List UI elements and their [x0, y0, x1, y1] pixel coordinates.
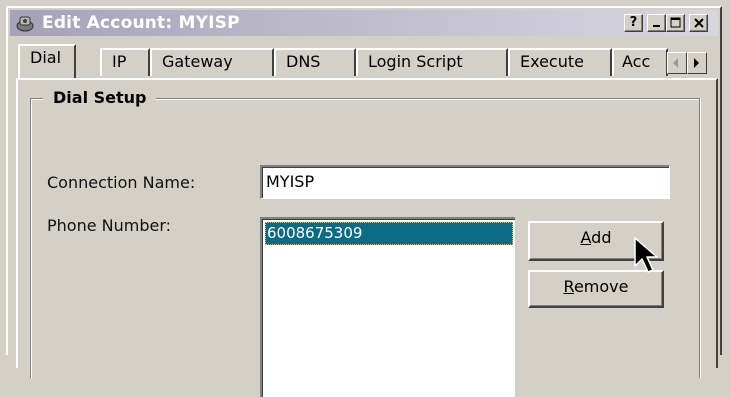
- tab-ip-label: IP: [112, 52, 127, 71]
- remove-button-label: emove: [573, 277, 629, 296]
- tab-strip: Dial IP Gateway DNS Login Script Execute…: [16, 42, 728, 78]
- minimize-button[interactable]: [647, 14, 666, 32]
- tab-login-script-label: Login Script: [368, 52, 463, 71]
- tab-dns-label: DNS: [286, 52, 321, 71]
- close-button[interactable]: [689, 14, 708, 32]
- tab-execute[interactable]: Execute: [508, 48, 612, 76]
- dial-setup-title: Dial Setup: [43, 87, 157, 109]
- tab-dns[interactable]: DNS: [274, 48, 356, 76]
- edit-account-window: Edit Account: MYISP ? Dial IP Gateway DN…: [6, 6, 722, 397]
- phone-number-item[interactable]: 6008675309: [265, 222, 513, 245]
- tab-gateway-label: Gateway: [162, 52, 233, 71]
- add-button-mnemonic: A: [580, 228, 592, 247]
- connection-name-input[interactable]: MYISP: [260, 165, 670, 199]
- tab-execute-label: Execute: [520, 52, 584, 71]
- phone-number-list[interactable]: 6008675309: [260, 217, 515, 397]
- dialer-app-icon: [16, 16, 34, 32]
- minimize-icon: [652, 25, 660, 27]
- dial-tab-panel: Dial Setup Connection Name: MYISP Phone …: [16, 78, 718, 397]
- tab-accounting-label: Acc: [622, 52, 651, 71]
- window-title: Edit Account: MYISP: [42, 13, 240, 33]
- tab-dial-label: Dial: [30, 48, 62, 67]
- remove-button-mnemonic: R: [563, 277, 574, 296]
- phone-number-label: Phone Number:: [47, 216, 172, 235]
- tab-gateway[interactable]: Gateway: [150, 48, 274, 76]
- arrow-right-icon: [694, 58, 699, 68]
- tab-ip[interactable]: IP: [100, 48, 150, 76]
- close-icon: [693, 18, 704, 28]
- tab-scroll-left-button[interactable]: [667, 52, 687, 74]
- tab-dial[interactable]: Dial: [18, 44, 76, 78]
- maximize-button[interactable]: [666, 14, 685, 32]
- arrow-left-icon: [673, 58, 678, 68]
- tab-accounting[interactable]: Acc: [612, 48, 668, 76]
- tab-scroll-right-button[interactable]: [687, 52, 707, 74]
- mouse-pointer-icon: [634, 237, 658, 273]
- dial-setup-group: Dial Setup Connection Name: MYISP Phone …: [30, 87, 700, 397]
- connection-name-label: Connection Name:: [47, 173, 196, 192]
- tab-login-script[interactable]: Login Script: [356, 48, 508, 76]
- title-bar[interactable]: Edit Account: MYISP ?: [10, 10, 718, 36]
- add-button-label: dd: [591, 228, 612, 247]
- help-button[interactable]: ?: [624, 14, 643, 32]
- maximize-icon: [670, 17, 680, 28]
